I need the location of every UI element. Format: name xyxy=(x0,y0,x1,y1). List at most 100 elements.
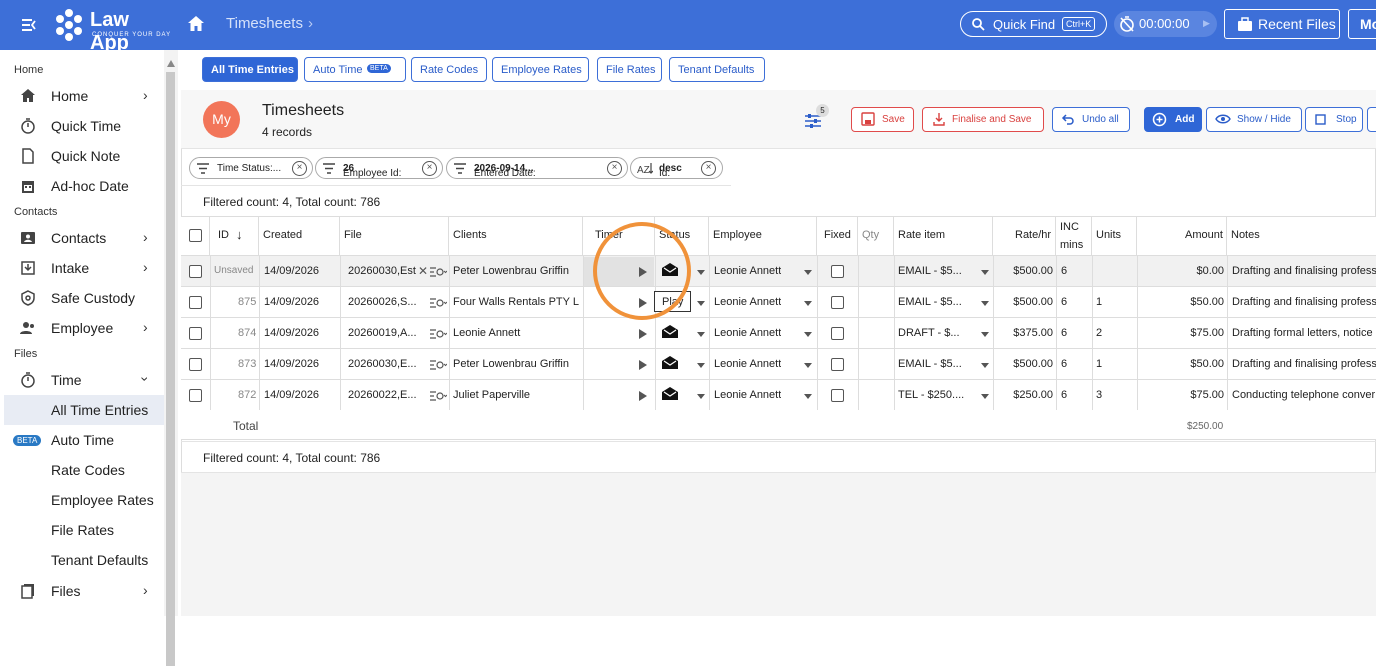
undo-all-button[interactable]: Undo all xyxy=(1052,107,1130,132)
cell-units[interactable]: 1 xyxy=(1096,358,1102,370)
rate-item-dropdown-caret-icon[interactable] xyxy=(981,270,989,275)
rate-item-dropdown-caret-icon[interactable] xyxy=(981,394,989,399)
file-lookup-icon[interactable] xyxy=(430,298,447,308)
rate-item-dropdown-caret-icon[interactable] xyxy=(981,363,989,368)
column-header-rate-item[interactable]: Rate item xyxy=(894,217,993,255)
tab-rate-codes[interactable]: Rate Codes xyxy=(411,57,487,82)
filter-chip-entered-date[interactable]: Entered Date: 2026-09-14... × xyxy=(446,157,628,179)
file-lookup-icon[interactable] xyxy=(430,329,447,339)
cell-client[interactable]: Peter Lowenbrau Griffin xyxy=(453,358,581,370)
cell-file[interactable]: 20260022,E... xyxy=(348,389,422,401)
play-icon[interactable] xyxy=(639,391,647,401)
tab-auto-time[interactable]: Auto Time BETA xyxy=(304,57,406,82)
employee-dropdown-caret-icon[interactable] xyxy=(804,301,812,306)
status-dropdown-caret-icon[interactable] xyxy=(697,394,705,399)
cell-rate-item[interactable]: EMAIL - $5... xyxy=(898,296,974,308)
column-header-id[interactable]: ID ↓ xyxy=(210,217,259,255)
save-button[interactable]: Save xyxy=(851,107,914,132)
cell-notes[interactable]: Drafting and finalising profess xyxy=(1232,296,1376,308)
row-checkbox[interactable] xyxy=(189,296,202,309)
select-all-checkbox[interactable] xyxy=(189,229,202,242)
status-dropdown-caret-icon[interactable] xyxy=(697,363,705,368)
cell-units[interactable]: 1 xyxy=(1096,296,1102,308)
employee-dropdown-caret-icon[interactable] xyxy=(804,332,812,337)
stop-button[interactable]: Stop xyxy=(1305,107,1363,132)
fixed-checkbox[interactable] xyxy=(831,296,844,309)
tab-employee-rates[interactable]: Employee Rates xyxy=(492,57,589,82)
sidebar-item-all-time-entries[interactable]: All Time Entries xyxy=(4,395,164,425)
recent-files-button[interactable]: Recent Files xyxy=(1224,9,1340,39)
row-checkbox[interactable] xyxy=(189,327,202,340)
scroll-up-icon[interactable] xyxy=(167,60,175,67)
play-icon[interactable] xyxy=(639,329,647,339)
sidebar-item-employee-rates[interactable]: Employee Rates xyxy=(4,485,164,515)
scrollbar-thumb[interactable] xyxy=(166,72,175,666)
file-lookup-icon[interactable] xyxy=(430,267,447,277)
fixed-checkbox[interactable] xyxy=(831,389,844,402)
column-header-rate-hr[interactable]: Rate/hr xyxy=(993,217,1056,255)
column-header-file[interactable]: File xyxy=(340,217,449,255)
close-icon[interactable]: × xyxy=(422,161,437,176)
quick-find-button[interactable]: Quick Find Ctrl+K xyxy=(960,11,1107,37)
column-header-inc-mins[interactable]: INC mins xyxy=(1056,217,1092,255)
cell-client[interactable]: Four Walls Rentals PTY L xyxy=(453,296,581,308)
cell-file[interactable]: 20260030,Est xyxy=(348,265,422,277)
cell-units[interactable]: 3 xyxy=(1096,389,1102,401)
sidebar-item-intake[interactable]: Intake › xyxy=(4,253,164,283)
cell-file[interactable]: 20260019,A... xyxy=(348,327,422,339)
cell-employee[interactable]: Leonie Annett xyxy=(714,389,781,401)
cell-units[interactable]: 2 xyxy=(1096,327,1102,339)
sidebar-item-rate-codes[interactable]: Rate Codes xyxy=(4,455,164,485)
cell-client[interactable]: Leonie Annett xyxy=(453,327,581,339)
home-icon[interactable] xyxy=(186,14,206,34)
status-dropdown-caret-icon[interactable] xyxy=(697,270,705,275)
cell-file[interactable]: 20260030,E... xyxy=(348,358,422,370)
sidebar-item-safe-custody[interactable]: Safe Custody xyxy=(4,283,164,313)
employee-dropdown-caret-icon[interactable] xyxy=(804,363,812,368)
sidebar-item-auto-time[interactable]: BETA Auto Time xyxy=(4,425,164,455)
column-header-created[interactable]: Created xyxy=(259,217,340,255)
cell-employee[interactable]: Leonie Annett xyxy=(714,296,781,308)
column-header-clients[interactable]: Clients xyxy=(449,217,583,255)
clear-file-icon[interactable]: ✕ xyxy=(418,264,428,278)
tab-all-time-entries[interactable]: All Time Entries xyxy=(202,57,298,82)
column-header-fixed[interactable]: Fixed xyxy=(817,217,858,255)
file-lookup-icon[interactable] xyxy=(430,391,447,401)
filter-chip-time-status[interactable]: Time Status:... × xyxy=(189,157,313,179)
column-header-employee[interactable]: Employee xyxy=(709,217,817,255)
row-checkbox[interactable] xyxy=(189,358,202,371)
column-header-amount[interactable]: Amount xyxy=(1137,217,1227,255)
cell-notes[interactable]: Drafting and finalising profess xyxy=(1232,265,1376,277)
sidebar-scrollbar[interactable] xyxy=(164,50,178,666)
cell-notes[interactable]: Conducting telephone conver xyxy=(1232,389,1376,401)
global-timer[interactable]: 00:00:00 ▶ xyxy=(1114,11,1217,37)
play-icon[interactable] xyxy=(639,360,647,370)
cell-notes[interactable]: Drafting and finalising profess xyxy=(1232,358,1376,370)
cell-employee[interactable]: Leonie Annett xyxy=(714,327,781,339)
close-icon[interactable]: × xyxy=(607,161,622,176)
cell-notes[interactable]: Drafting formal letters, notice xyxy=(1232,327,1376,339)
cell-file[interactable]: 20260026,S... xyxy=(348,296,422,308)
timer-play-icon[interactable]: ▶ xyxy=(1203,18,1210,29)
column-header-units[interactable]: Units xyxy=(1092,217,1137,255)
cell-client[interactable]: Juliet Paperville xyxy=(453,389,581,401)
status-dropdown-caret-icon[interactable] xyxy=(697,332,705,337)
filter-chip-sort-id[interactable]: AZ Id: desc × xyxy=(630,157,723,179)
menu-collapse-icon[interactable] xyxy=(20,15,40,35)
more-actions-button[interactable] xyxy=(1367,107,1376,132)
sidebar-item-contacts[interactable]: Contacts › xyxy=(4,223,164,253)
sidebar-item-employee[interactable]: Employee › xyxy=(4,313,164,343)
employee-dropdown-caret-icon[interactable] xyxy=(804,270,812,275)
cell-rate-item[interactable]: TEL - $250.... xyxy=(898,389,974,401)
column-header-notes[interactable]: Notes xyxy=(1227,217,1376,255)
sidebar-item-quick-note[interactable]: Quick Note xyxy=(4,141,164,171)
employee-dropdown-caret-icon[interactable] xyxy=(804,394,812,399)
tab-tenant-defaults[interactable]: Tenant Defaults xyxy=(669,57,765,82)
file-lookup-icon[interactable] xyxy=(430,360,447,370)
show-hide-button[interactable]: Show / Hide xyxy=(1206,107,1302,132)
status-dropdown-caret-icon[interactable] xyxy=(697,301,705,306)
sidebar-item-tenant-defaults[interactable]: Tenant Defaults xyxy=(4,545,164,575)
cell-rate-item[interactable]: EMAIL - $5... xyxy=(898,358,974,370)
more-button[interactable]: Mo xyxy=(1348,9,1376,39)
row-checkbox[interactable] xyxy=(189,389,202,402)
